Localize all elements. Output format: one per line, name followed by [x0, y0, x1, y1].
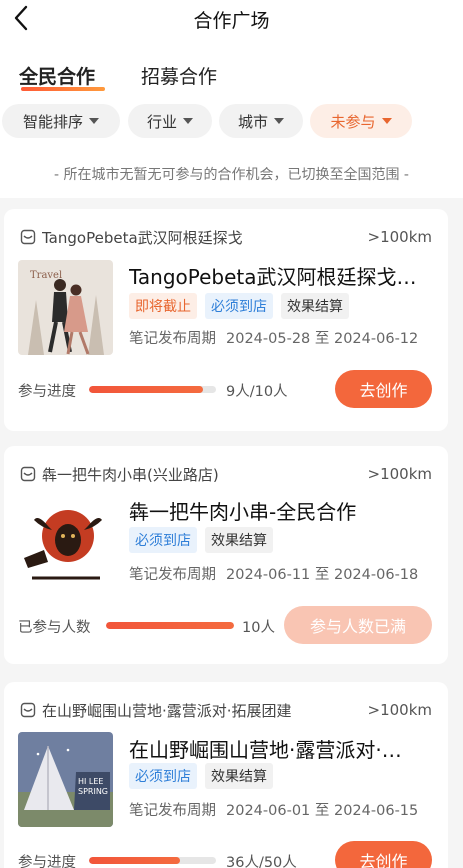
store-name[interactable]: 犇一把牛肉小串(兴业路店) [42, 464, 360, 485]
period-dates: 2024-05-28 至 2024-06-12 [226, 331, 419, 347]
progress-bar [89, 857, 216, 864]
store-name[interactable]: TangoPebeta武汉阿根廷探戈 [42, 227, 360, 248]
progress-fill [89, 386, 204, 393]
progress-fill [89, 857, 181, 864]
caret-down-icon [274, 118, 284, 124]
progress-fill [106, 622, 234, 629]
progress-count: 9人/10人 [226, 384, 288, 400]
distance: >100km [367, 465, 433, 483]
store-icon [20, 229, 36, 245]
create-button[interactable]: 去创作 [335, 841, 432, 868]
filter-city-label: 城市 [237, 112, 268, 131]
progress-label: 参与进度 [18, 855, 76, 868]
create-button[interactable]: 去创作 [335, 370, 432, 408]
caret-down-icon [89, 118, 99, 124]
svg-text:HI LEE: HI LEE [78, 777, 103, 786]
cooperation-card[interactable]: 犇一把牛肉小串(兴业路店) >100km 犇一把牛肉小串-全民合作 必须到店 效… [4, 446, 448, 664]
progress-label: 参与进度 [18, 384, 76, 400]
full-button[interactable]: 参与人数已满 [284, 606, 432, 644]
campsite-thumbnail: HI LEE SPRING [18, 732, 113, 827]
caret-down-icon [381, 118, 392, 124]
tab-bar: 全民合作 招募合作 [0, 40, 463, 94]
period-dates: 2024-06-11 至 2024-06-18 [226, 567, 419, 583]
progress-count: 36人/50人 [226, 855, 297, 868]
cooperation-card[interactable]: TangoPebeta武汉阿根廷探戈 >100km Travel TangoPe… [4, 209, 448, 431]
period-label: 笔记发布周期 [129, 331, 216, 347]
page-title: 合作广场 [193, 10, 270, 32]
tag-result-settlement: 效果结算 [205, 527, 273, 553]
publish-period: 笔记发布周期 2024-06-01 至 2024-06-15 [129, 799, 428, 820]
tab-recruit[interactable]: 招募合作 [141, 62, 217, 89]
period-dates: 2024-06-01 至 2024-06-15 [226, 803, 419, 819]
filter-bar: 智能排序 行业 城市 未参与 [0, 94, 463, 150]
svg-text:SPRING: SPRING [78, 787, 108, 796]
tag-must-visit: 必须到店 [129, 763, 197, 789]
tango-thumbnail: Travel [18, 260, 113, 355]
filter-sort[interactable]: 智能排序 [2, 104, 120, 138]
participants-label: 已参与人数 [18, 620, 91, 636]
svg-text:Travel: Travel [30, 270, 62, 281]
card-title[interactable]: 在山野崛围山营地·露营派对·… [129, 734, 436, 763]
filter-participation-label: 未参与 [330, 112, 376, 131]
top-bar: 合作广场 [0, 0, 463, 40]
publish-period: 笔记发布周期 2024-06-11 至 2024-06-18 [129, 563, 428, 584]
caret-down-icon [183, 118, 193, 124]
filter-industry-label: 行业 [146, 112, 177, 131]
card-title[interactable]: TangoPebeta武汉阿根廷探戈… [129, 261, 436, 290]
progress-bar [106, 622, 234, 629]
publish-period: 笔记发布周期 2024-05-28 至 2024-06-12 [129, 327, 428, 348]
tag-must-visit: 必须到店 [129, 527, 197, 553]
tag-result-settlement: 效果结算 [281, 293, 349, 319]
period-label: 笔记发布周期 [129, 803, 216, 819]
filter-city[interactable]: 城市 [219, 104, 303, 138]
region-notice: - 所在城市无暂无可参与的合作机会，已切换至全国范围 - [0, 150, 463, 198]
distance: >100km [367, 701, 433, 719]
store-icon [20, 466, 36, 482]
tag-must-visit: 必须到店 [205, 293, 273, 319]
progress-bar [89, 386, 216, 393]
distance: >100km [367, 228, 433, 246]
card-title[interactable]: 犇一把牛肉小串-全民合作 [129, 496, 436, 525]
participants-count: 10人 [242, 620, 275, 636]
period-label: 笔记发布周期 [129, 567, 216, 583]
tag-deadline-soon: 即将截止 [129, 293, 197, 319]
tab-all-people[interactable]: 全民合作 [19, 62, 95, 89]
cooperation-card[interactable]: 在山野崛围山营地·露营派对·拓展团建 >100km HI LEE SPRING … [4, 682, 448, 868]
beef-skewer-logo [18, 498, 113, 593]
filter-sort-label: 智能排序 [22, 112, 83, 131]
filter-participation[interactable]: 未参与 [310, 104, 412, 138]
active-tab-underline [21, 87, 105, 91]
store-icon [20, 702, 36, 718]
filter-industry[interactable]: 行业 [128, 104, 212, 138]
tag-result-settlement: 效果结算 [205, 763, 273, 789]
store-name[interactable]: 在山野崛围山营地·露营派对·拓展团建 [42, 700, 360, 721]
